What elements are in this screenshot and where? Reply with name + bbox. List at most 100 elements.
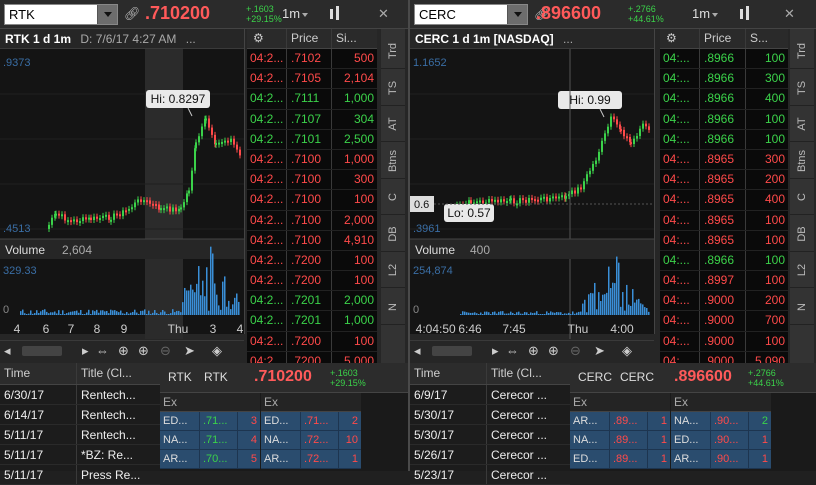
l2-symbol-tab-2[interactable]: CERC	[620, 370, 654, 384]
news-row[interactable]: 5/23/17 Cerecor ...	[410, 465, 570, 485]
scrollbar-thumb[interactable]	[432, 346, 472, 356]
news-row[interactable]: 5/11/17 Rentech...	[0, 425, 160, 445]
crosshair-icon[interactable]: ⊕	[118, 343, 129, 359]
side-tab-n[interactable]: N	[790, 289, 814, 325]
news-header-title[interactable]: Title (Cl...	[487, 363, 570, 384]
l2-bid-row[interactable]: NA... .71... 4	[160, 431, 260, 450]
side-tab-at[interactable]: AT	[790, 106, 814, 142]
l2-ask-row[interactable]: NA... .90... 2	[671, 412, 771, 431]
l2-ask-row[interactable]: NA... .72... 10	[261, 431, 361, 450]
volume-bar	[606, 292, 608, 315]
side-tab-label: AT	[387, 117, 399, 131]
volume-bar	[80, 309, 82, 315]
side-tab-c[interactable]: C	[790, 179, 814, 215]
zoom-out-icon[interactable]: ⊖	[570, 343, 581, 359]
l2-ask-row[interactable]: ED... .90... 1	[671, 431, 771, 450]
l2-bid-row[interactable]: ED... .71... 3	[160, 412, 260, 431]
l2-bid-row[interactable]: NA... .89... 1	[570, 431, 670, 450]
right-time-and-sales[interactable]: ⚙ Price S... 04:... .8966 100 04:... .89…	[660, 29, 788, 363]
volume-bar	[56, 313, 58, 315]
candlestick-icon[interactable]	[328, 5, 344, 23]
right-timeframe-select[interactable]: 1m	[692, 6, 719, 21]
news-row[interactable]: 5/11/17 Press Re...	[0, 465, 160, 485]
l2-symbol-tab[interactable]: CERC	[578, 370, 612, 384]
right-price-chart[interactable]: CERC 1 d 1m [NASDAQ] ... 1.1652 .3961 Hi: …	[410, 29, 655, 362]
side-tab-at[interactable]: AT	[381, 106, 405, 142]
ts-header-size[interactable]: S...	[746, 29, 788, 48]
left-price-chart[interactable]: RTK 1 d 1m D: 7/6/17 4:27 AM ... .9373 .4…	[0, 29, 245, 362]
pointer-icon[interactable]: ➤	[594, 343, 605, 359]
l2-bid-row[interactable]: ED... .89... 1	[570, 450, 670, 469]
l2-symbol-tab[interactable]: RTK	[168, 370, 192, 384]
side-tab-db[interactable]: DB	[790, 216, 814, 252]
caret-right-icon[interactable]: ▸	[492, 343, 499, 359]
crosshair-icon[interactable]: ⊕	[528, 343, 539, 359]
caret-left-icon[interactable]: ◂	[4, 343, 11, 359]
volume-label: Volume	[415, 243, 455, 257]
side-tab-trd[interactable]: Trd	[790, 33, 814, 69]
news-row[interactable]: 5/26/17 Cerecor ...	[410, 445, 570, 465]
ts-header-size[interactable]: Si...	[332, 29, 377, 48]
ts-size: 100	[353, 252, 374, 267]
zoom-in-icon[interactable]: ⊕	[138, 343, 149, 359]
caret-left-icon[interactable]: ◂	[414, 343, 421, 359]
expand-icon[interactable]: ⇔	[506, 343, 519, 358]
news-row[interactable]: 5/11/17 *BZ: Re...	[0, 445, 160, 465]
side-tab-btns[interactable]: Btns	[790, 143, 814, 179]
candle	[230, 138, 232, 143]
l2-ask-row[interactable]: AR... .72... 1	[261, 450, 361, 469]
more-icon[interactable]: ...	[563, 32, 573, 46]
side-tab-n[interactable]: N	[381, 289, 405, 325]
news-row[interactable]: 6/9/17 Cerecor ...	[410, 385, 570, 405]
gear-icon[interactable]: ⚙	[247, 29, 287, 48]
candlestick-icon[interactable]	[738, 5, 754, 23]
candle	[194, 148, 196, 171]
right-symbol-input[interactable]: CERC	[414, 4, 528, 25]
side-tab-ts[interactable]: TS	[790, 70, 814, 106]
zoom-in-icon[interactable]: ⊕	[548, 343, 559, 359]
right-chart-canvas[interactable]: 1.1652 .3961 Hi: 0.99 Lo: 0.57 0.6 Volume 400 2…	[410, 49, 654, 340]
l2-bid-row[interactable]: AR... .89... 1	[570, 412, 670, 431]
l2-bid-row[interactable]: AR... .70... 5	[160, 450, 260, 469]
pointer-icon[interactable]: ➤	[184, 343, 195, 359]
expand-icon[interactable]: ⇔	[96, 343, 109, 358]
left-chart-canvas[interactable]: .9373.4513Hi: 0.8297Volume 2,604329.3304 6…	[0, 49, 244, 340]
scrollbar-thumb[interactable]	[22, 346, 62, 356]
news-header-title[interactable]: Title (Cl...	[77, 363, 160, 384]
side-tab-trd[interactable]: Trd	[381, 33, 405, 69]
l2-ask-row[interactable]: AR... .90... 1	[671, 450, 771, 469]
l2-ask-row[interactable]: ED... .71... 2	[261, 412, 361, 431]
caret-right-icon[interactable]: ▸	[82, 343, 89, 359]
news-row[interactable]: 6/30/17 Rentech...	[0, 385, 160, 405]
chevron-down-icon[interactable]	[97, 5, 117, 24]
side-tab-btns[interactable]: Btns	[381, 143, 405, 179]
layers-icon[interactable]: ◈	[212, 343, 222, 359]
side-tab-c[interactable]: C	[381, 179, 405, 215]
news-header-time[interactable]: Time	[410, 363, 487, 384]
side-tab-l2[interactable]: L2	[790, 252, 814, 288]
zoom-out-icon[interactable]: ⊖	[160, 343, 171, 359]
side-tab-ts[interactable]: TS	[381, 70, 405, 106]
news-row[interactable]: 5/30/17 Cerecor ...	[410, 405, 570, 425]
ts-header-price[interactable]: Price	[700, 29, 746, 48]
left-symbol-input[interactable]: RTK	[4, 4, 118, 25]
l2-symbol-tab-2[interactable]: RTK	[204, 370, 228, 384]
side-tab-l2[interactable]: L2	[381, 252, 405, 288]
gear-icon[interactable]: ⚙	[660, 29, 700, 48]
layers-icon[interactable]: ◈	[622, 343, 632, 359]
l2-ex-header: Ex	[674, 395, 689, 409]
more-icon[interactable]: ...	[186, 32, 196, 46]
news-row[interactable]: 5/30/17 Cerecor ...	[410, 425, 570, 445]
link-icon[interactable]: 🔗︎	[124, 6, 141, 22]
news-row[interactable]: 6/14/17 Rentech...	[0, 405, 160, 425]
volume-bar	[112, 310, 114, 315]
close-icon[interactable]: ✕	[378, 6, 389, 22]
ts-header-price[interactable]: Price	[287, 29, 332, 48]
left-timeframe-select[interactable]: 1m	[282, 6, 309, 21]
chevron-down-icon[interactable]	[507, 5, 527, 24]
close-icon[interactable]: ✕	[784, 6, 795, 22]
left-time-and-sales[interactable]: ⚙ Price Si... 04:2... .7102 500 04:2... …	[247, 29, 377, 363]
l2-price: .90...	[711, 450, 749, 468]
news-header-time[interactable]: Time	[0, 363, 77, 384]
side-tab-db[interactable]: DB	[381, 216, 405, 252]
